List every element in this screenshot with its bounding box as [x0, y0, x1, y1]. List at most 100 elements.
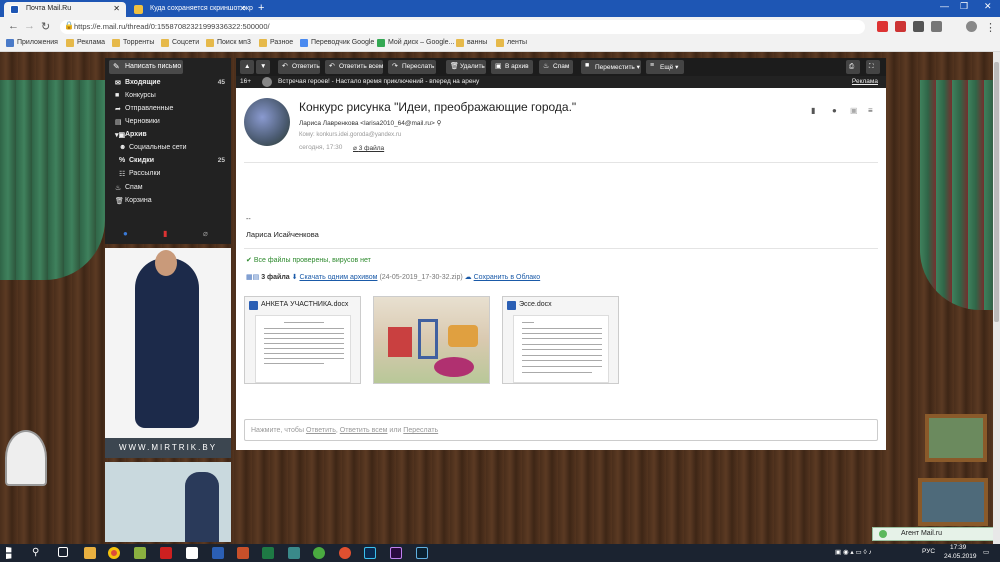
attachment-card-image[interactable] [373, 296, 490, 384]
app-icon[interactable] [288, 547, 300, 559]
next-message-button[interactable]: ▼ [256, 60, 270, 74]
bookmark-folder[interactable]: Поиск мп3 [206, 39, 251, 47]
tab-mail[interactable]: Почта Mail.Ru ✕ [4, 2, 126, 17]
bookmark-drive[interactable]: Мой диск – Google... [377, 39, 454, 47]
bookmark-folder[interactable]: Разное [259, 39, 293, 47]
reload-icon[interactable]: ↻ [41, 20, 50, 33]
tab-screenshot-article[interactable]: Куда сохраняется скриншот экр ✕ [128, 2, 253, 17]
attachment-card[interactable]: АНКЕТА УЧАСТНИКА.docx [244, 296, 361, 384]
notifications-icon[interactable]: ▭ [983, 548, 989, 556]
folder-inbox[interactable]: ✉ Входящие 45 [105, 77, 231, 90]
clock-date[interactable]: 24.05.2019 [944, 553, 977, 560]
premiere-icon[interactable] [390, 547, 402, 559]
save-to-cloud-link[interactable]: Сохранить в Облако [474, 274, 541, 281]
sender-avatar[interactable] [244, 98, 290, 146]
bookmark-folder[interactable]: Реклама [66, 39, 105, 47]
forward-arrow-icon[interactable]: → [24, 20, 35, 32]
flag-icon[interactable]: ▮ [811, 106, 815, 115]
app-icon[interactable] [339, 547, 351, 559]
page-scrollbar[interactable] [993, 52, 1000, 544]
extension-icon[interactable] [931, 21, 942, 32]
spam-button[interactable]: ♨ Спам [539, 60, 573, 74]
forward-button[interactable]: ↷ Переслать [388, 60, 436, 74]
bookmark-folder[interactable]: ванны [456, 39, 487, 47]
menu-icon[interactable]: ≡ [868, 106, 873, 115]
lightroom-icon[interactable] [416, 547, 428, 559]
reply-all-button[interactable]: ↶ Ответить всем [325, 60, 383, 74]
bookmark-folder[interactable]: Торренты [112, 39, 154, 47]
mail-agent-widget[interactable]: Агент Mail.ru [872, 527, 994, 541]
archive-button[interactable]: ▣ В архив [491, 60, 533, 74]
app-icon[interactable] [186, 547, 198, 559]
bookmark-apps[interactable]: Приложения [6, 39, 58, 47]
chrome-icon[interactable] [108, 547, 120, 559]
flag-filter-icon[interactable]: ▮ [163, 229, 167, 238]
more-button[interactable]: ≡ Ещё ▾ [646, 60, 684, 74]
extension-icon[interactable] [913, 21, 924, 32]
close-window-icon[interactable]: ✕ [984, 1, 992, 12]
promo-ticker[interactable]: 16+ Встречая героев! - Настало время при… [236, 76, 886, 88]
sender-address[interactable]: Лариса Лавренкова <larisa2010_64@mail.ru… [299, 119, 441, 127]
close-tab-icon[interactable]: ✕ [239, 4, 246, 13]
quick-reply-box[interactable]: Нажмите, чтобы Ответить, Ответить всем и… [244, 419, 878, 441]
keyboard-language[interactable]: РУС [922, 548, 935, 555]
word-icon[interactable] [212, 547, 224, 559]
folder-drafts[interactable]: ▤ Черновики [105, 116, 231, 129]
bookmark-folder[interactable]: Соцсети [161, 39, 199, 47]
folder-newsletters[interactable]: ☷ Рассылки [105, 168, 231, 181]
attachment-card[interactable]: Эссе.docx [502, 296, 619, 384]
powerpoint-icon[interactable] [237, 547, 249, 559]
print-button[interactable]: ⎙ [846, 60, 860, 74]
photoshop-icon[interactable] [364, 547, 376, 559]
bookmark-folder[interactable]: ленты [496, 39, 527, 47]
prev-message-button[interactable]: ▲ [240, 60, 254, 74]
grid-view-icon[interactable]: ▦▤ [246, 274, 261, 281]
reply-link[interactable]: Ответить [306, 427, 336, 434]
search-icon[interactable]: ⚲ [437, 120, 442, 127]
folder-sent[interactable]: ➦ Отправленные [105, 103, 231, 116]
extension-icon[interactable] [877, 21, 888, 32]
compose-button[interactable]: ✎ Написать письмо [109, 60, 183, 74]
unread-filter-dot-icon[interactable]: ● [123, 229, 128, 238]
fullscreen-button[interactable]: ⛶ [866, 60, 880, 74]
reply-button[interactable]: ↶ Ответить [278, 60, 320, 74]
minimize-icon[interactable]: — [940, 1, 949, 11]
new-tab-icon[interactable]: + [258, 2, 264, 14]
acrobat-icon[interactable] [160, 547, 172, 559]
app-icon[interactable] [313, 547, 325, 559]
menu-kebab-icon[interactable]: ⋮ [985, 21, 996, 34]
windows-start-icon[interactable] [6, 547, 12, 559]
move-button[interactable]: ■ Переместить ▾ [581, 60, 641, 74]
ad-banner-fashion[interactable]: WWW.MIRTRIK.BY [105, 248, 231, 458]
unread-dot-icon[interactable]: ● [832, 106, 837, 115]
folder-contests[interactable]: ■ Конкурсы [105, 90, 231, 103]
profile-avatar-icon[interactable] [966, 21, 977, 32]
ad-label[interactable]: Реклама [852, 78, 878, 85]
url-input[interactable]: 🔒 https://e.mail.ru/thread/0:15587082321… [60, 20, 865, 34]
tray-icons[interactable]: ▣ ◉ ▴ ▭ ◊ ♪ [835, 548, 872, 556]
maximize-icon[interactable]: ❐ [960, 1, 968, 12]
attachment-filter-icon[interactable]: ⌀ [203, 229, 208, 238]
close-tab-icon[interactable]: ✕ [113, 4, 120, 13]
forward-link[interactable]: Переслать [403, 427, 438, 434]
folder-spam[interactable]: ♨ Спам [105, 182, 231, 195]
search-icon[interactable]: ⚲ [32, 547, 44, 559]
attachments-link[interactable]: ⌀ 3 файла [353, 144, 384, 152]
download-archive-link[interactable]: Скачать одним архивом [299, 274, 377, 281]
folder-social[interactable]: ☻ Социальные сети [105, 142, 231, 155]
reply-all-link[interactable]: Ответить всем [340, 427, 388, 434]
excel-icon[interactable] [262, 547, 274, 559]
folder-discounts[interactable]: % Скидки 25 [105, 155, 231, 168]
app-icon[interactable] [134, 547, 146, 559]
back-arrow-icon[interactable]: ← [8, 20, 19, 32]
extension-icon[interactable] [895, 21, 906, 32]
clock-time[interactable]: 17:39 [950, 544, 966, 551]
folder-archive[interactable]: ▾▣ Архив [105, 129, 231, 142]
folder-trash[interactable]: 🗑 Корзина [105, 195, 231, 208]
scrollbar-thumb[interactable] [994, 62, 999, 322]
task-view-icon[interactable] [58, 547, 68, 557]
ad-banner-secondary[interactable] [105, 462, 231, 542]
bookmark-translate[interactable]: Переводчик Google [300, 39, 374, 47]
delete-button[interactable]: 🗑 Удалить [446, 60, 486, 74]
file-explorer-icon[interactable] [84, 547, 96, 559]
